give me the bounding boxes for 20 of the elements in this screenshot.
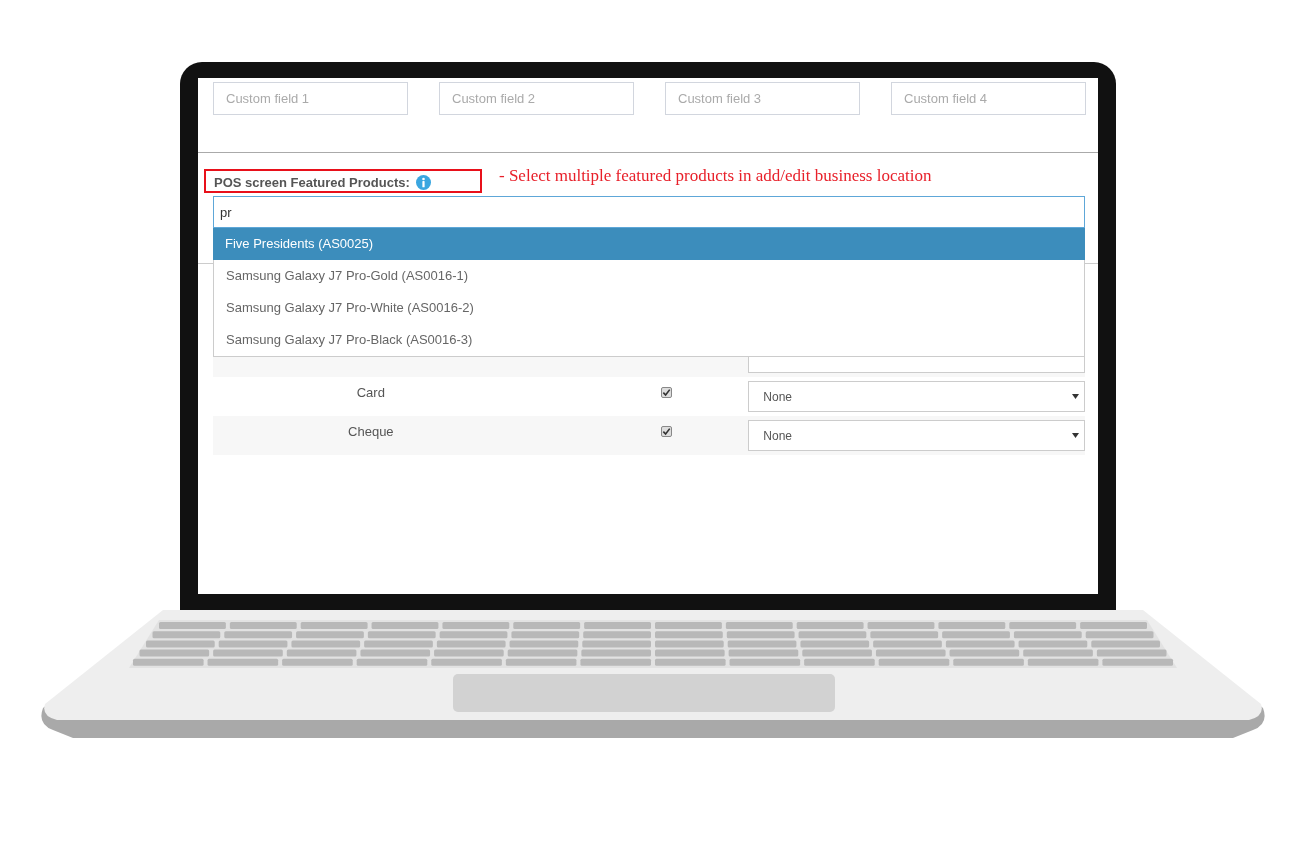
payment-method: Cheque	[347, 424, 395, 441]
checkbox[interactable]	[661, 387, 673, 398]
dropdown-option[interactable]: Five Presidents (AS0025)	[213, 228, 1085, 260]
select-field[interactable]: None	[748, 381, 1085, 412]
caret-icon	[1072, 394, 1079, 399]
info-icon[interactable]	[415, 175, 431, 190]
checkbox[interactable]	[661, 426, 673, 437]
payment-method: Card	[355, 385, 386, 402]
custom-field[interactable]: Custom field 1	[213, 82, 408, 115]
custom-field[interactable]: Custom field 2	[439, 82, 634, 115]
search-field[interactable]: pr	[213, 196, 1085, 228]
caret-icon	[1072, 433, 1079, 438]
custom-field[interactable]: Custom field 3	[665, 82, 860, 115]
custom-field[interactable]: Custom field 4	[891, 82, 1086, 115]
dropdown-option[interactable]: Samsung Galaxy J7 Pro-White (AS0016-2)	[214, 292, 1084, 324]
field-label: POS screen Featured Products:	[214, 175, 410, 190]
annotation-text: - Select multiple featured products in add/edit business location	[499, 166, 932, 186]
select-field[interactable]: None	[748, 420, 1085, 451]
dropdown-option[interactable]: Samsung Galaxy J7 Pro-Black (AS0016-3)	[214, 324, 1084, 356]
dropdown-option[interactable]: Samsung Galaxy J7 Pro-Gold (AS0016-1)	[214, 260, 1084, 292]
